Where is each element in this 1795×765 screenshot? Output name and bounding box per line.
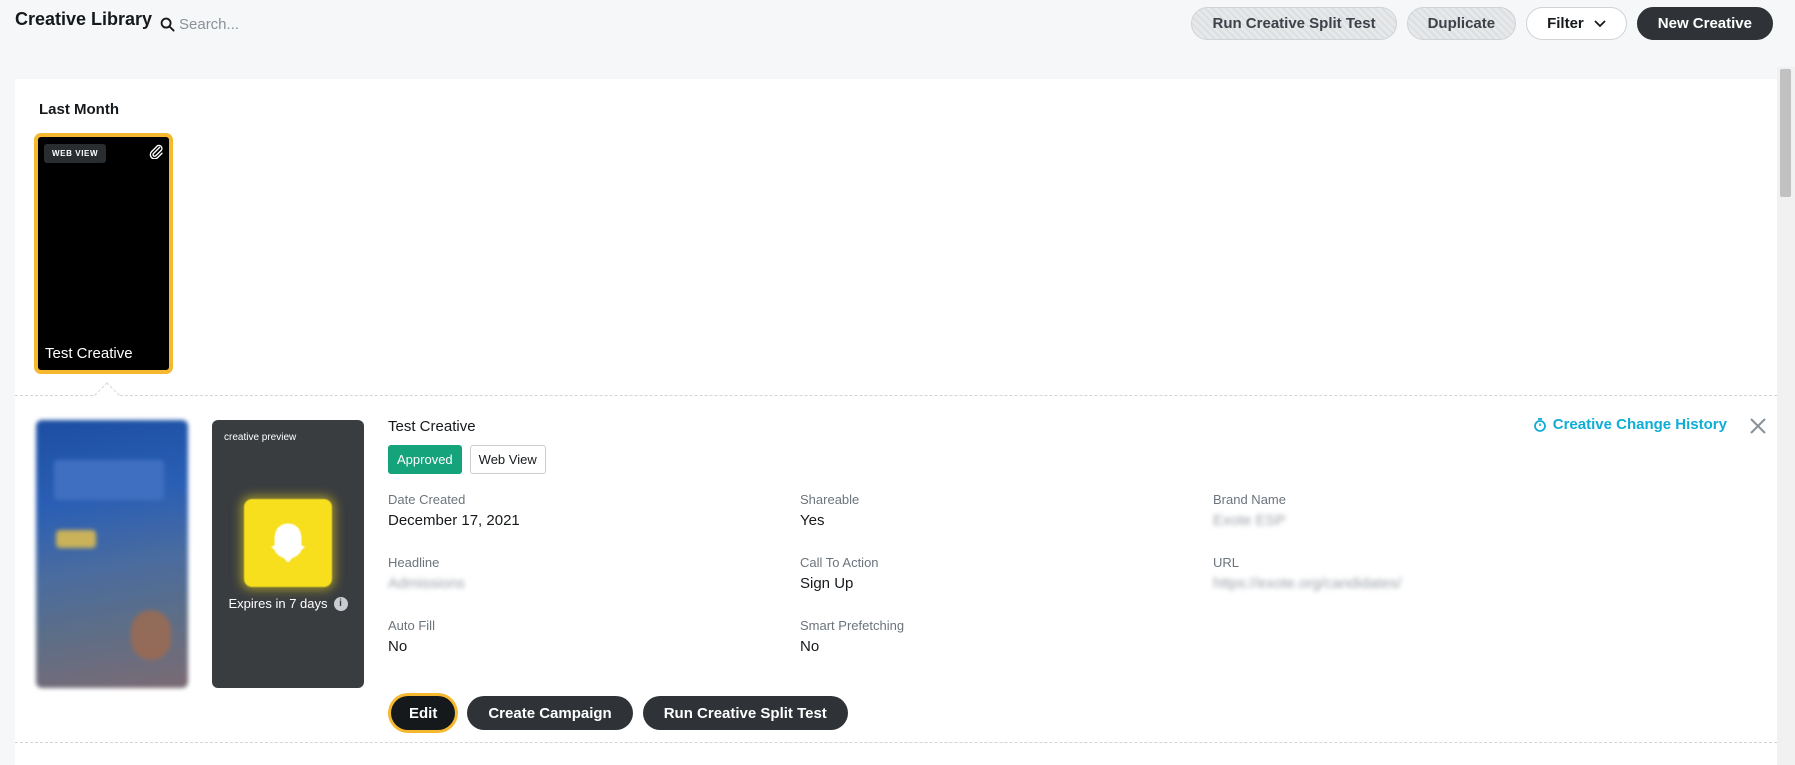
field-value: No (800, 638, 820, 655)
field-value: https://exote.org/candidates/ (1213, 575, 1402, 592)
top-bar: Creative Library Run Creative Split Test… (0, 0, 1795, 48)
filter-label: Filter (1547, 15, 1584, 32)
expires-text: Expires in 7 days (228, 596, 328, 611)
run-split-test-button[interactable]: Run Creative Split Test (1191, 7, 1397, 40)
status-badge: Approved (388, 445, 462, 474)
close-icon[interactable] (1747, 415, 1769, 437)
section-title: Last Month (39, 101, 119, 118)
edit-button[interactable]: Edit (391, 696, 456, 730)
preview-label: creative preview (224, 432, 297, 443)
field-value: Yes (800, 512, 825, 529)
header-actions: Run Creative Split Test Duplicate Filter… (1191, 7, 1773, 40)
filter-button[interactable]: Filter (1526, 7, 1627, 40)
duplicate-button[interactable]: Duplicate (1406, 7, 1517, 40)
run-split-test-detail-button[interactable]: Run Creative Split Test (642, 696, 848, 730)
run-split-test-label: Run Creative Split Test (1212, 15, 1376, 32)
scrollbar-thumb[interactable] (1780, 69, 1791, 197)
chevron-down-icon (1594, 19, 1606, 27)
field-shareable: Shareable Yes (800, 492, 859, 529)
field-smart-prefetching: Smart Prefetching No (800, 618, 904, 655)
creative-preview[interactable]: creative preview Expires in 7 days i (212, 420, 364, 688)
field-auto-fill: Auto Fill No (388, 618, 435, 655)
new-creative-button[interactable]: New Creative (1636, 7, 1773, 40)
creative-tile-name: Test Creative (45, 345, 133, 362)
field-value: Admissions (388, 575, 465, 592)
field-value: No (388, 638, 408, 655)
field-label: Call To Action (800, 555, 879, 570)
search-icon (160, 17, 175, 32)
field-label: Date Created (388, 492, 466, 507)
search-input[interactable] (179, 15, 399, 33)
stopwatch-icon (1533, 417, 1546, 432)
create-campaign-button[interactable]: Create Campaign (467, 696, 633, 730)
type-badge: Web View (469, 445, 546, 474)
change-history-label: Creative Change History (1552, 416, 1727, 433)
field-label: Headline (388, 555, 440, 570)
expiry-info: Expires in 7 days i (212, 596, 364, 611)
field-label: Brand Name (1213, 492, 1286, 507)
duplicate-label: Duplicate (1427, 15, 1496, 32)
creative-tile[interactable]: WEB VIEW Test Creative (34, 133, 173, 374)
divider (15, 395, 1777, 396)
field-url: URL https://exote.org/candidates/ (1213, 555, 1401, 592)
new-creative-label: New Creative (1657, 15, 1752, 32)
field-value: Exote ESP (1213, 512, 1286, 529)
creative-library-panel: Last Month WEB VIEW Test Creative creati… (15, 79, 1777, 765)
creative-title: Test Creative (388, 418, 476, 435)
creative-change-history-link[interactable]: Creative Change History (1533, 416, 1727, 433)
page-title: Creative Library (15, 9, 153, 29)
field-label: URL (1213, 555, 1240, 570)
ghost-icon (244, 499, 332, 587)
detail-actions: Edit Create Campaign Run Creative Split … (388, 696, 848, 730)
web-view-badge: WEB VIEW (44, 144, 107, 163)
field-label: Smart Prefetching (800, 618, 905, 633)
info-icon[interactable]: i (333, 596, 348, 611)
field-label: Auto Fill (388, 618, 435, 633)
field-headline: Headline Admissions (388, 555, 465, 592)
field-value: Sign Up (800, 575, 854, 592)
field-call-to-action: Call To Action Sign Up (800, 555, 879, 592)
field-label: Shareable (800, 492, 860, 507)
creative-thumbnail (36, 420, 188, 688)
divider-bottom (15, 742, 1777, 743)
field-date-created: Date Created December 17, 2021 (388, 492, 520, 529)
status-badges: Approved Web View (388, 445, 546, 474)
paperclip-icon (149, 144, 163, 159)
field-value: December 17, 2021 (388, 512, 520, 529)
selection-caret (94, 382, 120, 408)
search-box[interactable] (160, 13, 420, 35)
scrollbar[interactable] (1777, 67, 1795, 765)
field-brand-name: Brand Name Exote ESP (1213, 492, 1286, 529)
